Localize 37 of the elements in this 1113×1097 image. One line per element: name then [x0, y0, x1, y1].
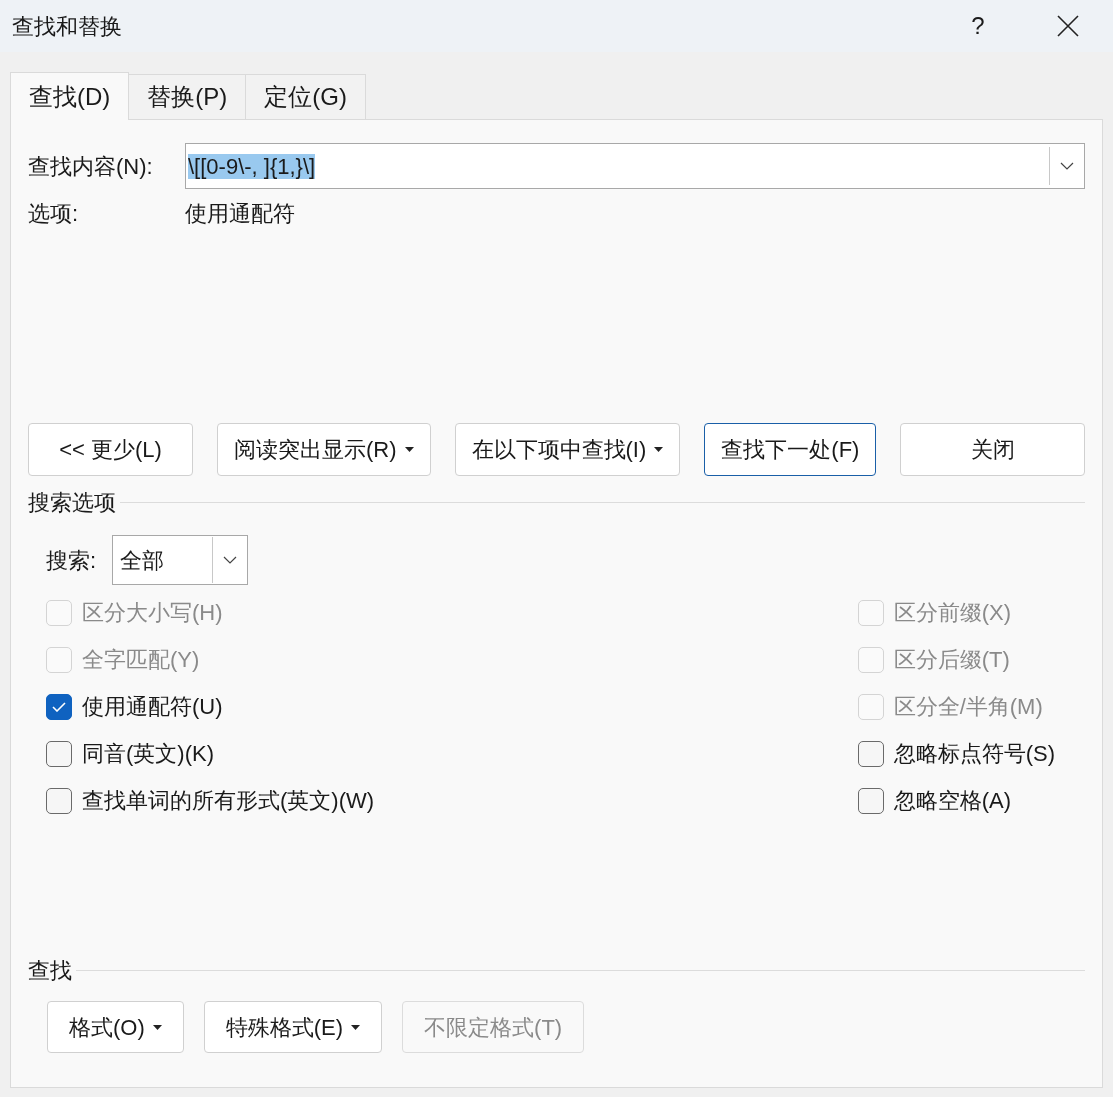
- checkbox[interactable]: [46, 693, 72, 720]
- window-title: 查找和替换: [12, 12, 123, 41]
- dialog-button[interactable]: 查找下一处(F): [704, 423, 877, 476]
- checkbox-label: 使用通配符(U): [82, 693, 223, 721]
- section-title: 查找: [28, 957, 72, 985]
- options-value: 使用通配符: [185, 199, 295, 228]
- help-button[interactable]: ?: [933, 0, 1023, 52]
- checkmark-icon: [52, 701, 66, 712]
- section-title: 搜索选项: [28, 489, 116, 517]
- checkbox-label: 全字匹配(Y): [82, 646, 200, 674]
- dialog-button[interactable]: << 更少(L): [28, 423, 193, 476]
- options-label: 选项:: [28, 199, 80, 228]
- find-combobox[interactable]: \[[0-9\-, ]{1,}\]: [185, 143, 1085, 189]
- tab[interactable]: 定位(G): [245, 74, 366, 120]
- find-label: 查找内容(N):: [28, 152, 154, 181]
- dialog-button[interactable]: 在以下项中查找(I): [454, 423, 681, 476]
- search-label: 搜索:: [46, 546, 97, 575]
- format-button[interactable]: 格式(O): [47, 1001, 184, 1053]
- checkbox-label: 查找单词的所有形式(英文)(W): [82, 787, 375, 815]
- checkbox-label: 区分后缀(T): [893, 646, 1010, 674]
- checkbox-label: 区分前缀(X): [893, 599, 1011, 627]
- close-icon: [1057, 15, 1079, 37]
- checkbox-label: 区分全/半角(M): [893, 693, 1043, 721]
- dialog-button[interactable]: 关闭: [900, 423, 1085, 476]
- checkbox-label: 忽略标点符号(S): [893, 740, 1055, 768]
- checkbox[interactable]: [857, 787, 884, 814]
- find-input-text: \[[0-9\-, ]{1,}\]: [188, 152, 317, 181]
- dialog-button[interactable]: 阅读突出显示(R): [217, 423, 431, 476]
- format-button[interactable]: 特殊格式(E): [203, 1001, 383, 1053]
- checkbox[interactable]: [857, 740, 884, 767]
- search-scope-dropdown[interactable]: 全部: [112, 535, 249, 585]
- checkbox-label: 忽略空格(A): [893, 787, 1011, 815]
- checkbox[interactable]: [46, 787, 72, 814]
- checkbox-label: 同音(英文)(K): [82, 740, 214, 768]
- tab[interactable]: 查找(D): [10, 72, 130, 120]
- checkbox[interactable]: [46, 740, 72, 767]
- checkbox-label: 区分大小写(H): [82, 599, 223, 627]
